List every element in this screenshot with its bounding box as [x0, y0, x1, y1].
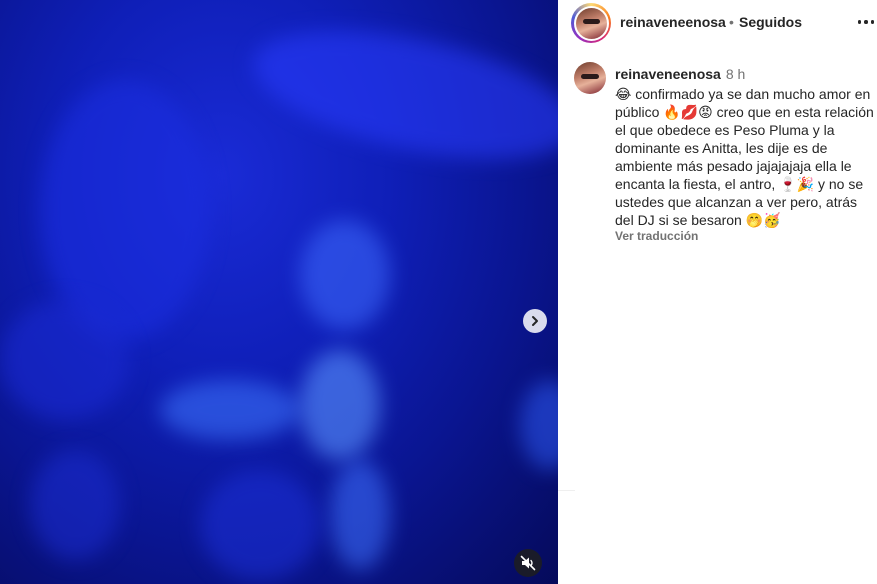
caption-text: 😂 confirmado ya se dan mucho amor en púb…	[615, 86, 874, 228]
avatar[interactable]	[574, 62, 606, 94]
following-button[interactable]: Seguidos	[739, 14, 802, 30]
divider	[558, 490, 575, 491]
separator-dot: •	[729, 14, 734, 30]
mute-button[interactable]	[514, 549, 542, 577]
video-light-area	[520, 380, 558, 470]
next-media-button[interactable]	[523, 309, 547, 333]
caption-body: reinaveneenosa 8 h 😂 confirmado ya se dan…	[615, 66, 875, 243]
video-light-area	[160, 380, 300, 440]
header-username[interactable]: reinaveneenosa	[620, 14, 726, 30]
see-translation-link[interactable]: Ver traducción	[615, 229, 875, 243]
avatar	[575, 7, 607, 39]
video-light-area	[300, 350, 380, 460]
caption-username[interactable]: reinaveneenosa	[615, 66, 721, 82]
video-light-area	[300, 220, 390, 330]
post-video[interactable]	[0, 0, 558, 584]
speaker-muted-icon	[520, 555, 536, 571]
video-light-area	[242, 6, 558, 184]
chevron-right-icon	[532, 316, 538, 326]
video-light-area	[200, 470, 320, 580]
post-side-panel: reinaveneenosa • Seguidos reinaveneenosa…	[558, 0, 877, 584]
video-light-area	[30, 450, 120, 560]
video-light-area	[330, 460, 390, 570]
post-header: reinaveneenosa • Seguidos	[558, 0, 877, 44]
caption-timestamp[interactable]: 8 h	[726, 66, 745, 82]
story-avatar[interactable]	[571, 3, 611, 43]
more-options-icon[interactable]	[856, 13, 876, 31]
video-light-area	[0, 300, 130, 420]
